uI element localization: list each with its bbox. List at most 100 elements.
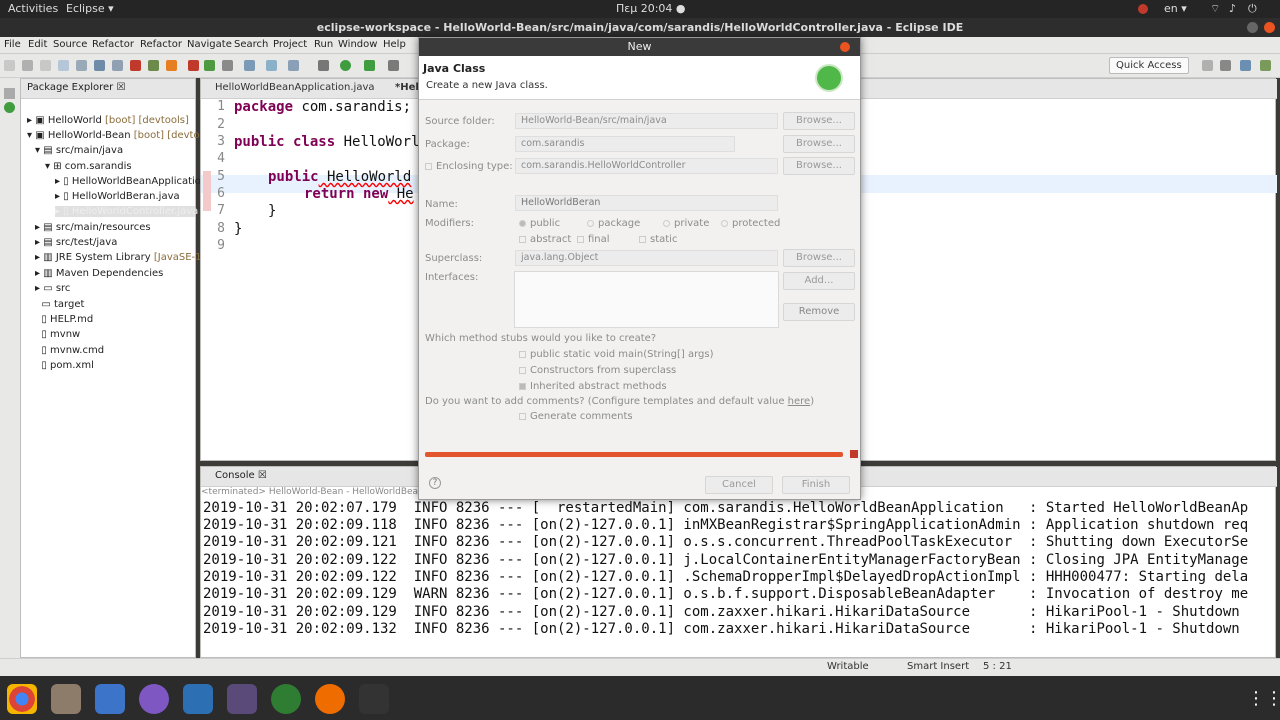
modifier-protected-radio[interactable]: protected [721, 218, 780, 229]
menu-help[interactable]: Help [383, 39, 406, 50]
open-type-icon[interactable] [266, 60, 277, 71]
menu-file[interactable]: File [4, 39, 21, 50]
help-icon[interactable]: ? [429, 477, 441, 489]
browse-source-folder-button[interactable]: Browse... [783, 112, 855, 130]
tree-item-bean-java[interactable]: ▸ ▯ HelloWorldBeran.java [55, 191, 180, 202]
menu-run[interactable]: Run [314, 39, 333, 50]
mysql-workbench-icon[interactable] [183, 684, 213, 714]
app-menu[interactable]: Eclipse ▾ [66, 2, 114, 15]
stub-inherited-checkbox[interactable]: Inherited abstract methods [519, 381, 667, 392]
browse-superclass-button[interactable]: Browse... [783, 249, 855, 267]
interfaces-list[interactable] [514, 271, 779, 328]
modifier-public-radio[interactable]: public [519, 218, 560, 229]
build-icon[interactable] [244, 60, 255, 71]
finish-button[interactable]: Finish [782, 476, 850, 494]
superclass-field[interactable]: java.lang.Object [515, 250, 778, 266]
tree-item-test[interactable]: ▸ ▤ src/test/java [35, 237, 117, 248]
debug-perspective-icon[interactable] [1260, 60, 1271, 71]
activities-button[interactable]: Activities [8, 2, 58, 15]
chrome-icon[interactable] [7, 684, 37, 714]
modifier-private-radio[interactable]: private [663, 218, 709, 229]
tree-item-src[interactable]: ▸ ▭ src [35, 283, 70, 294]
tree-item-jre[interactable]: ▸ ▥ JRE System Library [JavaSE-1.8] [35, 252, 215, 263]
globe-icon[interactable] [271, 684, 301, 714]
remove-interface-button[interactable]: Remove [783, 303, 855, 321]
postman-icon[interactable] [315, 684, 345, 714]
viber-icon[interactable] [139, 684, 169, 714]
tree-item-src-main-java[interactable]: ▾ ▤ src/main/java [35, 145, 123, 156]
debug-stop-icon[interactable] [188, 60, 199, 71]
new-icon[interactable] [4, 60, 15, 71]
java-perspective-icon[interactable] [1220, 60, 1231, 71]
browse-package-button[interactable]: Browse... [783, 135, 855, 153]
writer-icon[interactable] [95, 684, 125, 714]
generate-comments-checkbox[interactable]: Generate comments [519, 411, 633, 422]
console-title[interactable]: Console ☒ [215, 470, 267, 481]
volume-icon[interactable]: ♪ [1229, 2, 1236, 15]
modifier-abstract-checkbox[interactable]: abstract [519, 234, 571, 245]
stub-constructors-checkbox[interactable]: Constructors from superclass [519, 365, 676, 376]
dropdown-icon[interactable] [222, 60, 233, 71]
print-icon[interactable] [58, 60, 69, 71]
close-window-icon[interactable] [1264, 22, 1275, 33]
stop-progress-icon[interactable] [850, 450, 858, 458]
cancel-button[interactable]: Cancel [705, 476, 773, 494]
tree-item-helloworld-bean[interactable]: ▾ ▣ HelloWorld-Bean [boot] [devtools] [27, 130, 218, 141]
configure-templates-link[interactable]: here [788, 396, 811, 407]
java-ee-perspective-icon[interactable] [1240, 60, 1251, 71]
tab-application-java[interactable]: HelloWorldBeanApplication.java [215, 82, 375, 93]
tree-item-package[interactable]: ▾ ⊞ com.sarandis [45, 161, 132, 172]
tree-item-target[interactable]: ▭ target [35, 299, 84, 310]
menu-refactor-2[interactable]: Refactor [140, 39, 182, 50]
tree-item-controller-java[interactable]: ▸ ▯ HelloWorldController.java [55, 206, 198, 217]
enclosing-type-field[interactable]: com.sarandis.HelloWorldController [515, 158, 778, 174]
add-interface-button[interactable]: Add... [783, 272, 855, 290]
minimize-icon[interactable] [1247, 22, 1258, 33]
tree-item-pom[interactable]: ▯ pom.xml [35, 360, 94, 371]
video-editor-icon[interactable] [359, 684, 389, 714]
run-icon[interactable] [340, 60, 351, 71]
package-field[interactable]: com.sarandis [515, 136, 735, 152]
modifier-package-radio[interactable]: package [587, 218, 640, 229]
debug-icon[interactable] [318, 60, 329, 71]
save-all-icon[interactable] [40, 60, 51, 71]
java-icon[interactable] [94, 60, 105, 71]
menu-source[interactable]: Source [53, 39, 87, 50]
menu-search[interactable]: Search [234, 39, 268, 50]
power-icon[interactable]: ⏻ [1248, 2, 1257, 16]
open-task-icon[interactable] [288, 60, 299, 71]
link-icon[interactable] [148, 60, 159, 71]
tree-item-helloworld[interactable]: ▸ ▣ HelloWorld [boot] [devtools] [27, 115, 189, 126]
quick-access-input[interactable]: Quick Access [1109, 57, 1189, 74]
menu-project[interactable]: Project [273, 39, 307, 50]
source-folder-field[interactable]: HelloWorld-Bean/src/main/java [515, 113, 778, 129]
language-indicator[interactable]: en ▾ [1164, 2, 1187, 15]
clock[interactable]: Πεμ 20:04 ● [616, 2, 686, 15]
menu-window[interactable]: Window [338, 39, 377, 50]
external-tools-icon[interactable] [388, 60, 399, 71]
package-explorer-tab[interactable]: Package Explorer ☒ [21, 79, 195, 99]
menu-navigate[interactable]: Navigate [187, 39, 232, 50]
tree-item-help-md[interactable]: ▯ HELP.md [35, 314, 93, 325]
tree-item-app-java[interactable]: ▸ ▯ HelloWorldBeanApplicatio [55, 176, 201, 187]
launch-icon[interactable] [112, 60, 123, 71]
refresh-icon[interactable] [204, 60, 215, 71]
save-icon[interactable] [22, 60, 33, 71]
eclipse-ide-icon[interactable] [227, 684, 257, 714]
dialog-close-icon[interactable] [840, 42, 850, 52]
network-icon[interactable]: ⌔ [1210, 2, 1220, 16]
menu-edit[interactable]: Edit [28, 39, 47, 50]
modifier-final-checkbox[interactable]: final [577, 234, 610, 245]
tree-item-resources[interactable]: ▸ ▤ src/main/resources [35, 222, 151, 233]
menu-refactor[interactable]: Refactor [92, 39, 134, 50]
browse-enclosing-type-button[interactable]: Browse... [783, 157, 855, 175]
app-grid-icon[interactable]: ⋮⋮ [1247, 688, 1280, 710]
console-icon[interactable] [76, 60, 87, 71]
notification-icon[interactable] [1138, 4, 1148, 14]
server-icon[interactable] [166, 60, 177, 71]
restore-icon[interactable] [4, 88, 15, 99]
class-name-field[interactable]: HelloWorldBeran [515, 195, 778, 211]
tree-item-mvnw[interactable]: ▯ mvnw [35, 329, 80, 340]
modifier-static-checkbox[interactable]: static [639, 234, 677, 245]
perspective-icon[interactable] [1202, 60, 1213, 71]
